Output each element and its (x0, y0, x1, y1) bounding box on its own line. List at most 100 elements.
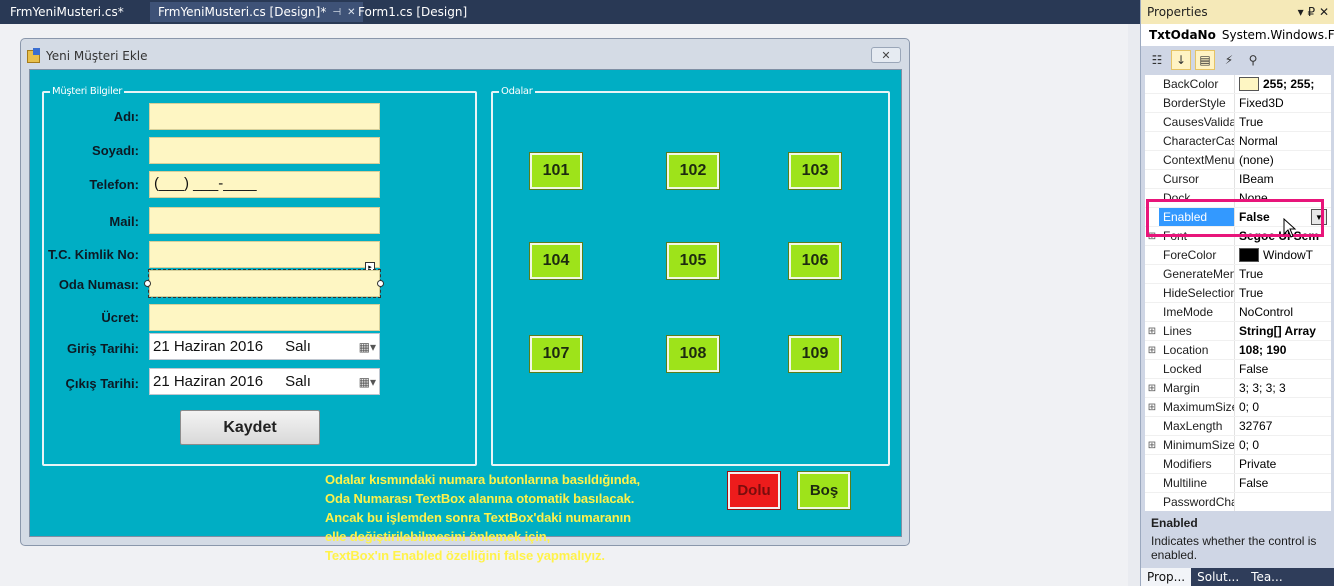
property-value[interactable]: Normal (1235, 132, 1331, 150)
expand-icon (1145, 284, 1159, 302)
checkout-date-picker[interactable]: 21 Haziran 2016 Salı ▦▾ (149, 368, 380, 395)
property-row-margin[interactable]: ⊞ Margin 3; 3; 3; 3 (1145, 379, 1331, 398)
name-input[interactable] (149, 103, 380, 130)
property-value[interactable]: IBeam (1235, 170, 1331, 188)
property-value[interactable]: False (1235, 474, 1331, 492)
panel-controls-icon[interactable]: ▾ ₽ ✕ (1298, 5, 1329, 19)
property-value[interactable]: 0; 0 (1235, 436, 1331, 454)
property-value[interactable]: True (1235, 265, 1331, 283)
tab-properties[interactable]: Prop... (1141, 568, 1192, 586)
calendar-dropdown-icon[interactable]: ▦▾ (359, 375, 376, 389)
checkin-date-picker[interactable]: 21 Haziran 2016 Salı ▦▾ (149, 333, 380, 360)
object-name: TxtOdaNo (1149, 28, 1216, 42)
property-value[interactable]: Private (1235, 455, 1331, 473)
property-value[interactable]: False (1235, 360, 1331, 378)
property-row-charactercas[interactable]: CharacterCas Normal (1145, 132, 1331, 151)
expand-icon (1145, 265, 1159, 283)
property-row-hideselection[interactable]: HideSelection True (1145, 284, 1331, 303)
fee-input[interactable] (149, 304, 380, 331)
fee-label: Ücret: (101, 310, 139, 325)
property-row-borderstyle[interactable]: BorderStyle Fixed3D (1145, 94, 1331, 113)
property-value[interactable] (1235, 493, 1331, 511)
tab-frmyenimusteri-code[interactable]: FrmYeniMusteri.cs* (2, 2, 132, 22)
room-button-103[interactable]: 103 (788, 152, 842, 190)
property-row-causesvalidat[interactable]: CausesValidat True (1145, 113, 1331, 132)
caption-line: Ancak bu işlemden sonra TextBox'daki num… (325, 510, 631, 525)
property-value[interactable]: 255; 255; (1235, 75, 1331, 93)
property-row-location[interactable]: ⊞ Location 108; 190 (1145, 341, 1331, 360)
property-row-backcolor[interactable]: BackColor 255; 255; (1145, 75, 1331, 94)
tab-frmyenimusteri-design[interactable]: FrmYeniMusteri.cs [Design]* ⊣ ✕ (150, 2, 364, 22)
property-value[interactable]: NoControl (1235, 303, 1331, 321)
room-button-109[interactable]: 109 (788, 335, 842, 373)
property-value[interactable]: True (1235, 284, 1331, 302)
expand-icon[interactable]: ⊞ (1145, 398, 1159, 416)
property-value[interactable]: 32767 (1235, 417, 1331, 435)
day-text: Salı (285, 373, 311, 390)
tab-form1-design[interactable]: Form1.cs [Design] (350, 2, 475, 22)
resize-handle-right[interactable] (377, 280, 384, 287)
property-name: MaximumSize (1159, 398, 1235, 416)
property-value[interactable]: 108; 190 (1235, 341, 1331, 359)
property-name: MinimumSize (1159, 436, 1235, 454)
room-button-101[interactable]: 101 (529, 152, 583, 190)
tc-input[interactable] (149, 241, 380, 268)
property-value[interactable]: 3; 3; 3; 3 (1235, 379, 1331, 397)
mail-input[interactable] (149, 207, 380, 234)
surname-input[interactable] (149, 137, 380, 164)
save-button[interactable]: Kaydet (180, 410, 320, 445)
tab-team-explorer[interactable]: Tea... (1245, 570, 1288, 584)
categorized-icon[interactable]: ☷ (1147, 50, 1167, 70)
property-value[interactable]: String[] Array (1235, 322, 1331, 340)
property-row-lines[interactable]: ⊞ Lines String[] Array (1145, 322, 1331, 341)
form-close-button[interactable]: ✕ (871, 47, 901, 63)
properties-title-bar: Properties ▾ ₽ ✕ (1141, 0, 1334, 24)
occupied-button[interactable]: Dolu (727, 471, 781, 510)
property-row-passwordcha[interactable]: PasswordCha (1145, 493, 1331, 511)
room-no-input[interactable] (148, 269, 381, 298)
property-value[interactable]: (none) (1235, 151, 1331, 169)
expand-icon (1145, 493, 1159, 511)
expand-icon[interactable]: ⊞ (1145, 341, 1159, 359)
property-value[interactable]: True (1235, 113, 1331, 131)
property-row-modifiers[interactable]: Modifiers Private (1145, 455, 1331, 474)
designer-scrollbar[interactable] (1128, 24, 1140, 586)
room-button-104[interactable]: 104 (529, 242, 583, 280)
property-value[interactable]: Fixed3D (1235, 94, 1331, 112)
property-pages-icon[interactable]: ⚲ (1243, 50, 1263, 70)
pin-icon[interactable]: ⊣ (332, 7, 341, 18)
tab-solution-explorer[interactable]: Solut... (1191, 570, 1245, 584)
mouse-cursor-icon (1283, 218, 1297, 238)
object-selector[interactable]: TxtOdaNo System.Windows.Fo ▼ (1141, 24, 1334, 46)
room-button-102[interactable]: 102 (666, 152, 720, 190)
property-value[interactable]: 0; 0 (1235, 398, 1331, 416)
empty-button[interactable]: Boş (797, 471, 851, 510)
property-row-multiline[interactable]: Multiline False (1145, 474, 1331, 493)
property-row-cursor[interactable]: Cursor IBeam (1145, 170, 1331, 189)
events-icon[interactable]: ⚡ (1219, 50, 1239, 70)
property-value[interactable]: WindowT (1235, 246, 1331, 264)
phone-masked-input[interactable]: (___) ___-____ (149, 171, 380, 198)
property-row-imemode[interactable]: ImeMode NoControl (1145, 303, 1331, 322)
description-title: Enabled (1151, 516, 1198, 530)
room-button-107[interactable]: 107 (529, 335, 583, 373)
properties-icon[interactable]: ▤ (1195, 50, 1215, 70)
expand-icon[interactable]: ⊞ (1145, 436, 1159, 454)
expand-icon[interactable]: ⊞ (1145, 379, 1159, 397)
calendar-dropdown-icon[interactable]: ▦▾ (359, 340, 376, 354)
room-button-105[interactable]: 105 (666, 242, 720, 280)
alphabetical-icon[interactable]: ↓ (1171, 50, 1191, 70)
property-row-minimumsize[interactable]: ⊞ MinimumSize 0; 0 (1145, 436, 1331, 455)
property-row-generatemen[interactable]: GenerateMen True (1145, 265, 1331, 284)
expand-icon[interactable]: ⊞ (1145, 322, 1159, 340)
room-button-106[interactable]: 106 (788, 242, 842, 280)
room-button-108[interactable]: 108 (666, 335, 720, 373)
property-row-locked[interactable]: Locked False (1145, 360, 1331, 379)
property-row-contextmenu[interactable]: ContextMenu (none) (1145, 151, 1331, 170)
property-row-maxlength[interactable]: MaxLength 32767 (1145, 417, 1331, 436)
tutorial-caption: Odalar kısmındaki numara butonlarına bas… (325, 470, 725, 565)
expand-icon (1145, 246, 1159, 264)
resize-handle-left[interactable] (144, 280, 151, 287)
property-row-forecolor[interactable]: ForeColor WindowT (1145, 246, 1331, 265)
property-row-maximumsize[interactable]: ⊞ MaximumSize 0; 0 (1145, 398, 1331, 417)
